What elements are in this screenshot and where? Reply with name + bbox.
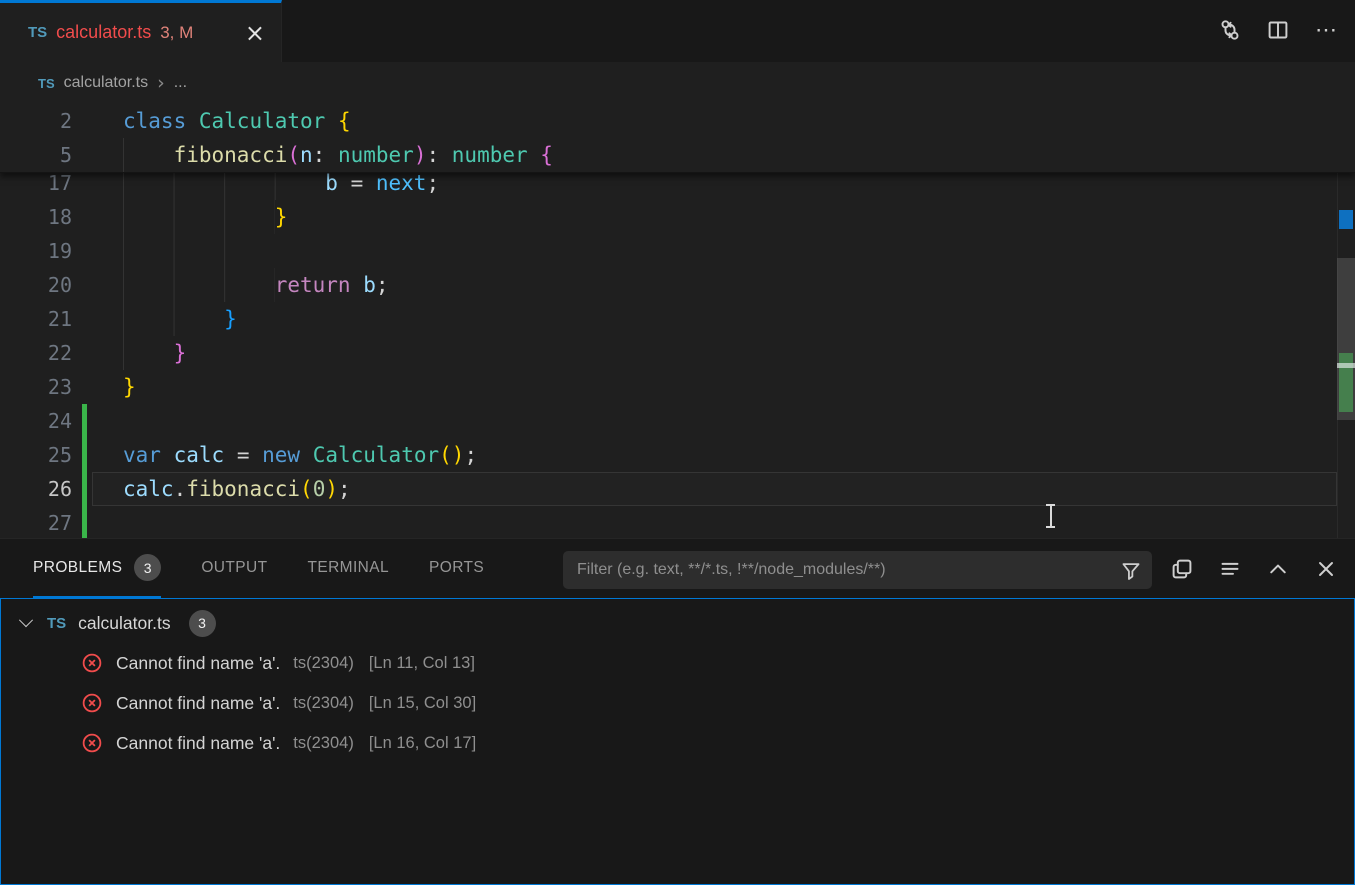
problem-location: [Ln 15, Col 30] — [369, 694, 476, 713]
tab-problems[interactable]: PROBLEMS 3 — [33, 539, 161, 598]
tab-terminal[interactable]: TERMINAL — [307, 539, 389, 598]
code-line[interactable]: 26calc.fibonacci(0); — [0, 472, 1355, 506]
code-text: return b; — [72, 268, 389, 302]
tab-label: calculator.ts — [56, 22, 151, 43]
line-number[interactable]: 24 — [0, 404, 72, 438]
code-text: calc.fibonacci(0); — [72, 472, 351, 506]
code-line[interactable]: 20return b; — [0, 268, 1355, 302]
code-text: } — [72, 336, 186, 370]
code-text — [72, 234, 249, 268]
problem-message: Cannot find name 'a'. — [116, 733, 280, 754]
tab-terminal-label: TERMINAL — [307, 559, 389, 577]
code-line[interactable]: 25var calc = new Calculator(); — [0, 438, 1355, 472]
problems-file-name: calculator.ts — [78, 613, 170, 634]
tab-output[interactable]: OUTPUT — [201, 539, 267, 598]
error-icon — [81, 732, 103, 754]
panel-toolbar — [1167, 553, 1341, 585]
problem-source: ts(2304) — [293, 734, 354, 753]
code-line[interactable]: 22} — [0, 336, 1355, 370]
code-lines: 17b = next;18}1920return b;21}22}23}2425… — [0, 166, 1355, 538]
typescript-file-icon: TS — [38, 76, 55, 91]
maximize-panel-icon[interactable] — [1263, 553, 1293, 585]
problem-source: ts(2304) — [293, 654, 354, 673]
code-line[interactable]: 19 — [0, 234, 1355, 268]
close-panel-icon[interactable] — [1311, 553, 1341, 585]
split-editor-icon[interactable] — [1263, 15, 1293, 45]
error-icon — [81, 652, 103, 674]
line-number[interactable]: 27 — [0, 506, 72, 538]
problems-list: Cannot find name 'a'. ts(2304) [Ln 11, Col… — [1, 643, 1354, 763]
error-icon — [81, 692, 103, 714]
ruler-info-mark — [1339, 210, 1353, 229]
compare-changes-icon[interactable] — [1215, 15, 1245, 45]
line-number[interactable]: 19 — [0, 234, 72, 268]
breadcrumb-file[interactable]: calculator.ts — [64, 74, 148, 92]
filter-funnel-icon[interactable] — [1118, 558, 1144, 584]
more-actions-icon[interactable]: ⋯ — [1311, 15, 1341, 45]
typescript-file-icon: TS — [28, 24, 47, 41]
breadcrumb-symbol[interactable]: ... — [174, 74, 187, 92]
ruler-git-added-mark — [1339, 353, 1353, 412]
line-number[interactable]: 23 — [0, 370, 72, 404]
file-problems-count-badge: 3 — [189, 610, 216, 637]
code-text: fibonacci(n: number): number { — [72, 138, 553, 172]
line-number[interactable]: 21 — [0, 302, 72, 336]
breadcrumb-separator-icon: › — [157, 72, 165, 94]
line-number[interactable]: 26 — [0, 472, 72, 506]
code-text: var calc = new Calculator(); — [72, 438, 477, 472]
vscode-window: TS calculator.ts 3, M × ⋯ — [0, 0, 1355, 885]
collapse-all-icon[interactable] — [1215, 553, 1245, 585]
mouse-ibeam-cursor — [1044, 504, 1057, 528]
code-line[interactable]: 5fibonacci(n: number): number { — [0, 138, 1355, 172]
close-tab-icon[interactable]: × — [245, 21, 265, 45]
editor-actions: ⋯ — [1215, 15, 1341, 45]
ruler-cursor-line-mark — [1337, 363, 1355, 368]
code-text: class Calculator { — [72, 104, 351, 138]
problem-location: [Ln 16, Col 17] — [369, 734, 476, 753]
problems-filter-input[interactable] — [563, 551, 1152, 589]
breadcrumb: TS calculator.ts › ... — [0, 62, 1355, 104]
code-text — [72, 404, 123, 438]
code-line[interactable]: 27 — [0, 506, 1355, 538]
typescript-file-icon: TS — [47, 615, 66, 632]
line-number[interactable]: 18 — [0, 200, 72, 234]
code-text — [72, 506, 123, 538]
problems-file-group[interactable]: TS calculator.ts 3 — [1, 603, 1354, 643]
code-line[interactable]: 2class Calculator { — [0, 104, 1355, 138]
sticky-scroll[interactable]: 2class Calculator {5fibonacci(n: number)… — [0, 104, 1355, 173]
tab-ports[interactable]: PORTS — [429, 539, 484, 598]
editor-tab-bar: TS calculator.ts 3, M × ⋯ — [0, 0, 1355, 62]
problem-row[interactable]: Cannot find name 'a'. ts(2304) [Ln 11, Col… — [1, 643, 1354, 683]
code-editor[interactable]: 17b = next;18}1920return b;21}22}23}2425… — [0, 104, 1355, 538]
line-number[interactable]: 22 — [0, 336, 72, 370]
code-line[interactable]: 23} — [0, 370, 1355, 404]
tab-problems-label: PROBLEMS — [33, 559, 122, 577]
problem-location: [Ln 11, Col 13] — [369, 654, 475, 673]
problem-message: Cannot find name 'a'. — [116, 653, 280, 674]
chevron-down-icon[interactable] — [19, 613, 33, 627]
problem-row[interactable]: Cannot find name 'a'. ts(2304) [Ln 15, Col… — [1, 683, 1354, 723]
code-text: } — [72, 370, 136, 404]
problem-row[interactable]: Cannot find name 'a'. ts(2304) [Ln 16, Col… — [1, 723, 1354, 763]
problems-count-badge: 3 — [134, 554, 161, 581]
tab-calculator-ts[interactable]: TS calculator.ts 3, M × — [0, 0, 282, 62]
tab-ports-label: PORTS — [429, 559, 484, 577]
line-number[interactable]: 5 — [0, 138, 72, 172]
line-number[interactable]: 20 — [0, 268, 72, 302]
line-number[interactable]: 25 — [0, 438, 72, 472]
view-as-table-icon[interactable] — [1167, 553, 1197, 585]
tab-output-label: OUTPUT — [201, 559, 267, 577]
problems-panel: TS calculator.ts 3 Cannot find name 'a'.… — [0, 598, 1355, 885]
problem-source: ts(2304) — [293, 694, 354, 713]
code-line[interactable]: 21} — [0, 302, 1355, 336]
code-line[interactable]: 18} — [0, 200, 1355, 234]
code-text: } — [72, 302, 237, 336]
tab-problems-modified-decoration: 3, M — [160, 23, 193, 43]
code-text: } — [72, 200, 287, 234]
problem-message: Cannot find name 'a'. — [116, 693, 280, 714]
line-number[interactable]: 2 — [0, 104, 72, 138]
code-line[interactable]: 24 — [0, 404, 1355, 438]
problems-filter-box — [563, 551, 1152, 589]
